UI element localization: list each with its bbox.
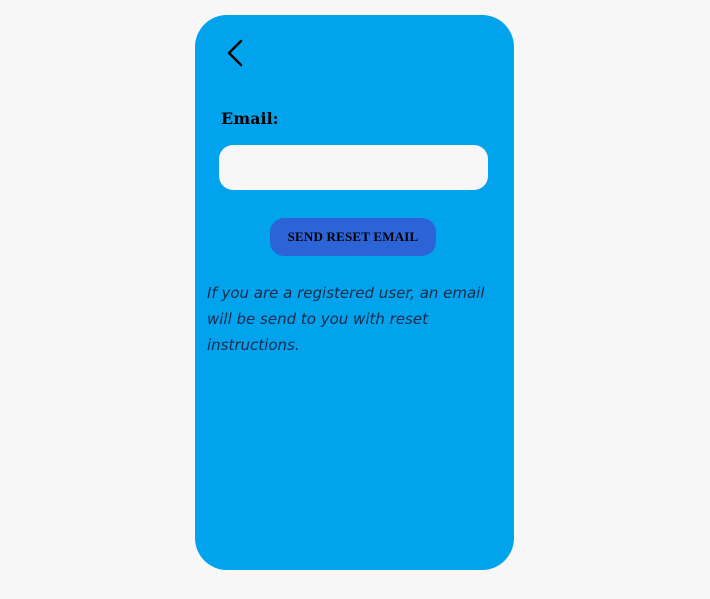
email-label: Email:: [221, 109, 279, 128]
chevron-left-icon: [227, 39, 243, 67]
send-reset-email-button[interactable]: SEND RESET EMAIL: [270, 218, 436, 256]
reset-info-text: If you are a registered user, an email w…: [207, 284, 485, 354]
back-button[interactable]: [217, 35, 253, 71]
reset-password-screen: Email: SEND RESET EMAIL If you are a reg…: [195, 15, 514, 570]
email-input[interactable]: [219, 145, 488, 190]
